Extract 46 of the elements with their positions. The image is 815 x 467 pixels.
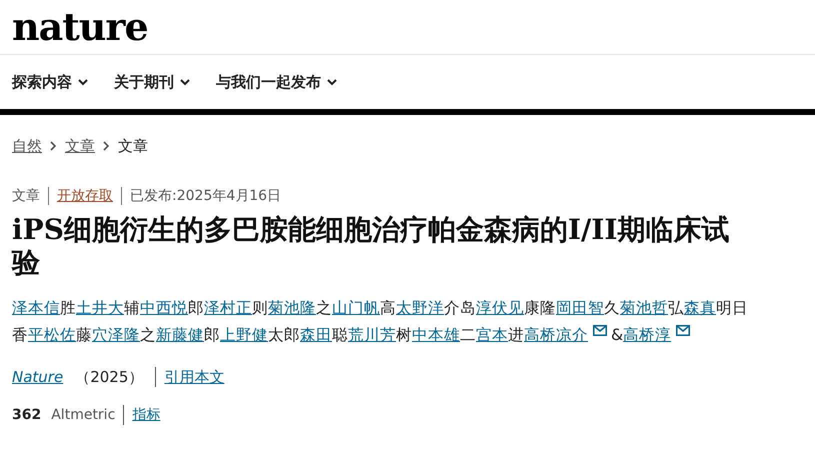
mail-icon[interactable] — [676, 325, 690, 336]
author-link[interactable]: 土井大 — [76, 299, 124, 317]
breadcrumb-link[interactable]: 文章 — [65, 136, 95, 156]
nav-menu[interactable]: 探索内容 — [12, 72, 88, 92]
author-link[interactable]: 菊池哲 — [620, 299, 668, 317]
author-link[interactable]: 山门帆 — [332, 299, 380, 317]
chevron-down-icon — [327, 78, 337, 86]
author-link[interactable]: 淳伏见 — [476, 299, 524, 317]
breadcrumb-link[interactable]: 自然 — [12, 136, 42, 156]
author-link[interactable]: 荒川芳 — [348, 326, 396, 344]
author-link[interactable]: 森田 — [300, 326, 332, 344]
article-title: iPS细胞衍生的多巴胺能细胞治疗帕金森病的I/II期临床试验 — [10, 213, 730, 279]
breadcrumb-current: 文章 — [118, 136, 148, 156]
author-link[interactable]: 泽村正 — [204, 299, 252, 317]
author-link[interactable]: 高桥凉介 — [524, 326, 588, 344]
author-link[interactable]: 泽本信 — [12, 299, 60, 317]
author-link[interactable]: 新藤健 — [156, 326, 204, 344]
author-link[interactable]: 森真 — [684, 299, 716, 317]
chevron-down-icon — [78, 78, 88, 86]
chevron-icon — [50, 141, 57, 151]
journal-link[interactable]: Nature — [12, 368, 64, 386]
author-link[interactable]: 上野健 — [220, 326, 268, 344]
author-link[interactable]: 宫本 — [476, 326, 508, 344]
cite-link[interactable]: 引用本文 — [164, 368, 224, 386]
nav-menu[interactable]: 关于期刊 — [114, 72, 190, 92]
author-link[interactable]: 中西悦 — [140, 299, 188, 317]
nav-menu[interactable]: 与我们一起发布 — [216, 72, 337, 92]
author-link[interactable]: 平松佐 — [28, 326, 76, 344]
chevron-down-icon — [180, 78, 190, 86]
author-link[interactable]: 高桥淳 — [623, 326, 672, 344]
mail-icon[interactable] — [593, 325, 607, 336]
author-list: 泽本信胜土井大辅中西悦郎泽村正则菊池隆之山门帆高太野洋介岛淳伏见康隆岡田智久菊池哲弘森真明日香平松佐藤穴泽隆之新藤健郎上野健太郎森田聪荒川芳树中本雄二宫本进高桥凉介 &高桥淳 — [0, 295, 772, 349]
author-link[interactable]: 岡田智 — [556, 299, 604, 317]
altmetric-count: 362 — [12, 407, 42, 423]
chevron-icon — [103, 141, 110, 151]
article-type: 文章 — [12, 187, 40, 205]
publish-date: 已发布:2025年4月16日 — [130, 187, 282, 205]
publication-year: （2025） — [75, 368, 144, 386]
author-link[interactable]: 菊池隆 — [268, 299, 316, 317]
author-link[interactable]: 太野洋 — [396, 299, 444, 317]
nature-logo[interactable]: nature — [0, 0, 160, 54]
metrics-link[interactable]: 指标 — [132, 406, 160, 424]
altmetric-label: Altmetric — [51, 407, 116, 423]
open-access-link[interactable]: 开放存取 — [57, 187, 113, 205]
author-link[interactable]: 穴泽隆 — [92, 326, 140, 344]
author-link[interactable]: 中本雄 — [412, 326, 460, 344]
